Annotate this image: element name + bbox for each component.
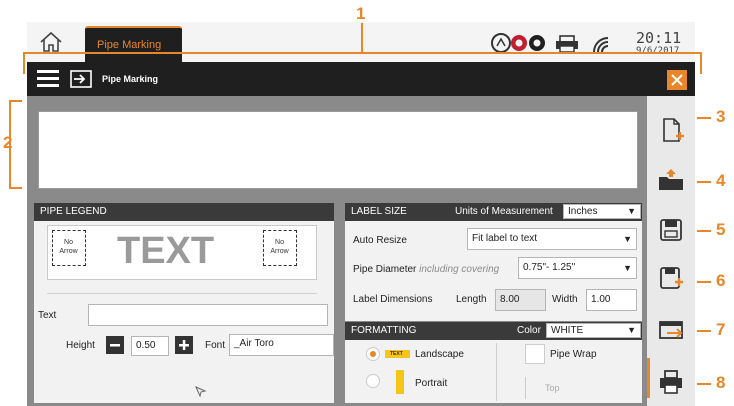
pipe-legend-header: PIPE LEGEND bbox=[34, 203, 334, 221]
chevron-down-icon: ▼ bbox=[627, 206, 636, 216]
width-input[interactable]: 1.00 bbox=[586, 289, 637, 311]
landscape-chip: TEXT bbox=[385, 350, 410, 358]
callout-5: 5 bbox=[716, 220, 726, 239]
top-label: Top bbox=[545, 383, 560, 393]
text-label: Text bbox=[38, 310, 57, 321]
landscape-label: Landscape bbox=[415, 349, 464, 360]
top-divider bbox=[525, 377, 526, 399]
width-label: Width bbox=[552, 294, 578, 305]
new-file-icon[interactable] bbox=[657, 116, 685, 144]
legend-text-preview: TEXT bbox=[117, 230, 215, 272]
callout-2-bracket bbox=[9, 100, 11, 189]
auto-resize-select[interactable]: Fit label to text ▼ bbox=[467, 228, 637, 250]
print-icon[interactable] bbox=[657, 368, 685, 396]
color-label: Color bbox=[517, 325, 541, 336]
callout-1: 1 bbox=[356, 4, 366, 23]
clock-time: 20:11 bbox=[636, 29, 682, 47]
print-active-marker bbox=[647, 358, 650, 398]
title-bar: Pipe Marking bbox=[27, 62, 695, 96]
vertical-divider bbox=[496, 343, 497, 401]
chevron-down-icon: ▼ bbox=[623, 234, 632, 244]
transfer-icon[interactable] bbox=[657, 316, 685, 344]
portrait-radio[interactable] bbox=[366, 374, 380, 388]
divider bbox=[47, 293, 317, 294]
height-label: Height bbox=[66, 340, 95, 351]
callout-8: 8 bbox=[716, 373, 726, 392]
home-icon[interactable] bbox=[38, 30, 64, 54]
save-icon[interactable] bbox=[657, 216, 685, 244]
pipe-wrap-label: Pipe Wrap bbox=[550, 349, 597, 360]
height-input[interactable]: 0.50 bbox=[131, 336, 169, 356]
units-label: Units of Measurement bbox=[455, 206, 553, 217]
length-label: Length bbox=[456, 294, 487, 305]
callout-3: 3 bbox=[716, 107, 726, 126]
callout-1-bracket bbox=[23, 52, 702, 54]
chevron-down-icon: ▼ bbox=[623, 263, 632, 273]
right-arrow-selector[interactable]: No Arrow bbox=[263, 230, 297, 266]
tab-label: Pipe Marking bbox=[97, 39, 162, 51]
callout-6: 6 bbox=[716, 271, 726, 290]
portrait-chip bbox=[396, 370, 404, 394]
right-toolbar bbox=[647, 96, 695, 406]
tab-pipe-marking[interactable]: Pipe Marking bbox=[85, 26, 182, 62]
color-select[interactable]: WHITE ▼ bbox=[546, 323, 641, 338]
length-input[interactable]: 8.00 bbox=[495, 289, 546, 311]
height-decrease-button[interactable] bbox=[106, 336, 124, 354]
menu-icon[interactable] bbox=[37, 70, 59, 88]
callout-7: 7 bbox=[716, 320, 726, 339]
left-arrow-selector[interactable]: No Arrow bbox=[52, 230, 86, 266]
height-increase-button[interactable] bbox=[175, 336, 193, 354]
open-file-icon[interactable] bbox=[70, 70, 92, 88]
clock-date: 9/6/2017 bbox=[636, 46, 680, 56]
pipe-diameter-label: Pipe Diameter including covering bbox=[353, 264, 500, 275]
label-preview-area bbox=[38, 111, 638, 189]
pipe-wrap-checkbox[interactable] bbox=[525, 344, 545, 364]
font-label: Font bbox=[205, 340, 226, 351]
cursor-icon bbox=[195, 385, 207, 398]
text-input[interactable] bbox=[88, 304, 328, 326]
units-select[interactable]: Inches ▼ bbox=[563, 204, 641, 219]
callout-1-line bbox=[361, 23, 363, 52]
callout-4: 4 bbox=[716, 171, 726, 190]
open-folder-icon[interactable] bbox=[657, 166, 685, 194]
close-icon[interactable] bbox=[667, 70, 687, 90]
font-input[interactable]: _Air Toro bbox=[229, 334, 334, 356]
pipe-diameter-select[interactable]: 0.75"- 1.25" ▼ bbox=[518, 257, 637, 279]
label-dimensions-label: Label Dimensions bbox=[353, 294, 433, 305]
window-title: Pipe Marking bbox=[102, 74, 159, 84]
portrait-label: Portrait bbox=[415, 378, 448, 389]
auto-resize-label: Auto Resize bbox=[353, 235, 407, 246]
save-as-icon[interactable] bbox=[657, 264, 685, 292]
callout-2: 2 bbox=[3, 133, 13, 152]
chevron-down-icon: ▼ bbox=[627, 325, 636, 335]
landscape-radio[interactable] bbox=[366, 347, 380, 361]
